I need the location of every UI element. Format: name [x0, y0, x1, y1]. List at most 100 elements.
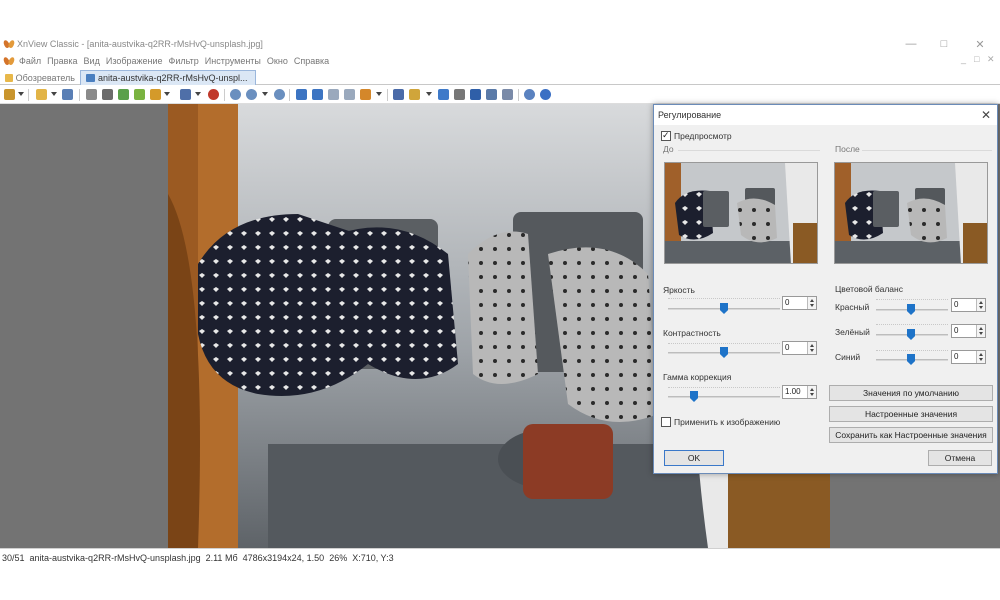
spin-arrows-icon[interactable]	[976, 325, 985, 337]
document-menu-icon[interactable]	[4, 56, 15, 66]
slideshow-icon[interactable]	[360, 89, 371, 100]
convert-icon[interactable]	[150, 89, 161, 100]
spin-arrows-icon[interactable]	[976, 299, 985, 311]
mdi-close-button[interactable]: ✕	[987, 54, 995, 65]
save-custom-values-button[interactable]: Сохранить как Настроенные значения	[829, 427, 993, 443]
brightness-value: 0	[785, 298, 790, 307]
blue-slider-thumb[interactable]	[907, 354, 915, 365]
dialog-close-icon[interactable]: ✕	[981, 108, 991, 122]
zoom-fit-icon[interactable]	[274, 89, 285, 100]
menu-file[interactable]: Файл	[19, 56, 41, 66]
menu-window[interactable]: Окно	[267, 56, 288, 66]
title-bar: XnView Classic - [anita-austvika-q2RR-rM…	[0, 35, 1000, 53]
custom-values-button[interactable]: Настроенные значения	[829, 406, 993, 422]
capture-icon[interactable]	[208, 89, 219, 100]
tab-browser[interactable]: Обозреватель	[0, 70, 80, 85]
status-dimensions: 4786x3194x24, 1.50	[242, 552, 325, 563]
brightness-spinbox[interactable]: 0	[782, 296, 817, 310]
menu-filter[interactable]: Фильтр	[169, 56, 199, 66]
menu-view[interactable]: Вид	[84, 56, 100, 66]
chevron-down-icon[interactable]	[51, 92, 57, 96]
settings-icon[interactable]	[524, 89, 535, 100]
gamma-spinbox[interactable]: 1.00	[782, 385, 817, 399]
green-spinbox[interactable]: 0	[951, 324, 986, 338]
after-preview	[834, 162, 988, 264]
print-icon[interactable]	[102, 89, 113, 100]
next-icon[interactable]	[312, 89, 323, 100]
last-icon[interactable]	[344, 89, 355, 100]
blue-spinbox[interactable]: 0	[951, 350, 986, 364]
spin-arrows-icon[interactable]	[807, 297, 816, 309]
scan-icon[interactable]	[86, 89, 97, 100]
spin-arrows-icon[interactable]	[976, 351, 985, 363]
mdi-restore-button[interactable]: □	[974, 54, 979, 64]
gamma-ticks	[668, 387, 780, 389]
folder-open-icon[interactable]	[36, 89, 47, 100]
spin-arrows-icon[interactable]	[807, 386, 816, 398]
view-mode-icon[interactable]	[180, 89, 191, 100]
toolbar-separator	[387, 89, 388, 101]
after-group-line	[862, 150, 992, 151]
before-label: До	[663, 144, 674, 154]
after-thumbnail	[835, 163, 987, 263]
tab-browser-label: Обозреватель	[15, 72, 75, 83]
tab-image[interactable]: anita-austvika-q2RR-rMsHvQ-unspl...	[80, 70, 256, 85]
status-zoom: 26%	[329, 552, 348, 563]
status-filename: anita-austvika-q2RR-rMsHvQ-unsplash.jpg	[29, 552, 201, 563]
cancel-button[interactable]: Отмена	[928, 450, 992, 466]
toolbar-separator	[79, 89, 80, 101]
crop-icon[interactable]	[486, 89, 497, 100]
close-button[interactable]: ✕	[966, 35, 994, 53]
menu-image[interactable]: Изображение	[106, 56, 163, 66]
zoom-in-icon[interactable]	[230, 89, 241, 100]
first-icon[interactable]	[328, 89, 339, 100]
save-icon[interactable]	[62, 89, 73, 100]
printer-icon[interactable]	[454, 89, 465, 100]
adjust-dialog: Регулирование ✕ Предпросмотр До После	[653, 104, 998, 474]
chevron-down-icon[interactable]	[164, 92, 170, 96]
chevron-down-icon[interactable]	[195, 92, 201, 96]
gamma-slider[interactable]	[668, 396, 780, 398]
gamma-slider-thumb[interactable]	[690, 391, 698, 402]
preview-checkbox[interactable]	[661, 130, 671, 141]
green-slider-thumb[interactable]	[907, 329, 915, 340]
green-value: 0	[954, 326, 959, 335]
wand-icon[interactable]	[4, 89, 15, 100]
menu-edit[interactable]: Правка	[47, 56, 77, 66]
dialog-title-bar: Регулирование	[654, 105, 997, 125]
blue-value: 0	[954, 352, 959, 361]
brightness-label: Яркость	[663, 285, 695, 295]
fullscreen-icon[interactable]	[393, 89, 404, 100]
spin-arrows-icon[interactable]	[807, 342, 816, 354]
red-slider-thumb[interactable]	[907, 304, 915, 315]
menu-tools[interactable]: Инструменты	[205, 56, 261, 66]
chevron-down-icon[interactable]	[262, 92, 268, 96]
contrast-slider-thumb[interactable]	[720, 347, 728, 358]
chevron-down-icon[interactable]	[426, 92, 432, 96]
properties-icon[interactable]	[502, 89, 513, 100]
color-balance-label: Цветовой баланс	[835, 284, 903, 294]
edit-icon[interactable]	[438, 89, 449, 100]
maximize-button[interactable]: □	[930, 35, 958, 53]
apply-to-image-checkbox[interactable]	[661, 417, 671, 427]
ok-button[interactable]: OK	[664, 450, 724, 466]
chevron-down-icon[interactable]	[376, 92, 382, 96]
batch-icon[interactable]	[409, 89, 420, 100]
zoom-out-icon[interactable]	[246, 89, 257, 100]
monitor-icon[interactable]	[470, 89, 481, 100]
before-thumbnail	[665, 163, 817, 263]
prev-icon[interactable]	[296, 89, 307, 100]
default-values-button[interactable]: Значения по умолчанию	[829, 385, 993, 401]
status-bar: 30/51 anita-austvika-q2RR-rMsHvQ-unsplas…	[0, 548, 1000, 566]
brightness-slider-thumb[interactable]	[720, 303, 728, 314]
app-window: XnView Classic - [anita-austvika-q2RR-rM…	[0, 0, 1000, 600]
refresh-icon[interactable]	[118, 89, 129, 100]
help-icon[interactable]	[540, 89, 551, 100]
rotate-icon[interactable]	[134, 89, 145, 100]
contrast-spinbox[interactable]: 0	[782, 341, 817, 355]
red-spinbox[interactable]: 0	[951, 298, 986, 312]
mdi-minimize-button[interactable]: _	[961, 54, 966, 64]
chevron-down-icon[interactable]	[18, 92, 24, 96]
menu-help[interactable]: Справка	[294, 56, 329, 66]
minimize-button[interactable]: —	[897, 35, 925, 53]
